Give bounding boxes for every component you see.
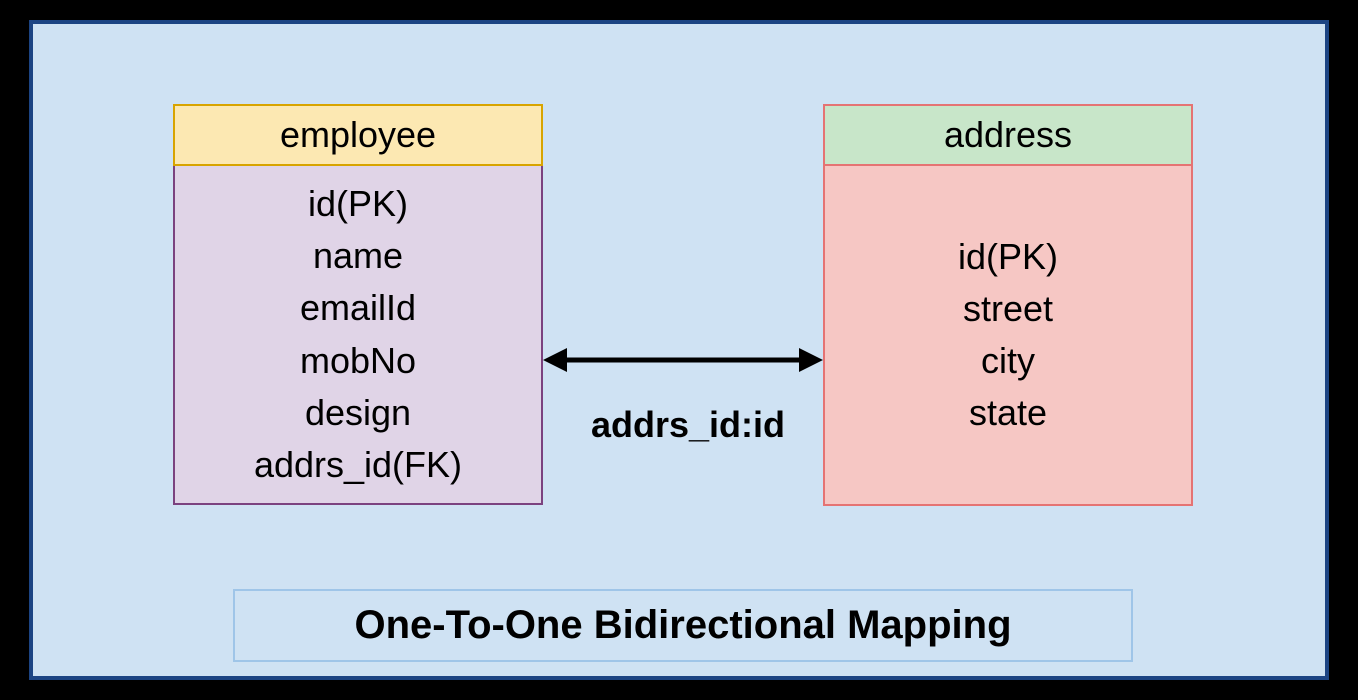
entity-field: id(PK) [175,178,541,230]
entity-field: name [175,230,541,282]
entity-field: city [825,335,1191,387]
entity-address-header: address [823,104,1193,166]
entity-employee-body: id(PK) name emailId mobNo design addrs_i… [173,166,543,505]
relation-label: addrs_id:id [563,404,813,446]
entity-field: state [825,387,1191,439]
diagram-canvas: employee id(PK) name emailId mobNo desig… [29,20,1329,680]
entity-employee: employee id(PK) name emailId mobNo desig… [173,104,543,505]
entity-field: id(PK) [825,231,1191,283]
entity-field: emailId [175,282,541,334]
entity-employee-header: employee [173,104,543,166]
entity-address-body: id(PK) street city state [823,166,1193,506]
entity-field: design [175,387,541,439]
entity-field: addrs_id(FK) [175,439,541,491]
entity-address: address id(PK) street city state [823,104,1193,506]
bidirectional-arrow-icon [543,340,823,380]
entity-field: mobNo [175,335,541,387]
entity-field: street [825,283,1191,335]
diagram-caption: One-To-One Bidirectional Mapping [233,589,1133,662]
